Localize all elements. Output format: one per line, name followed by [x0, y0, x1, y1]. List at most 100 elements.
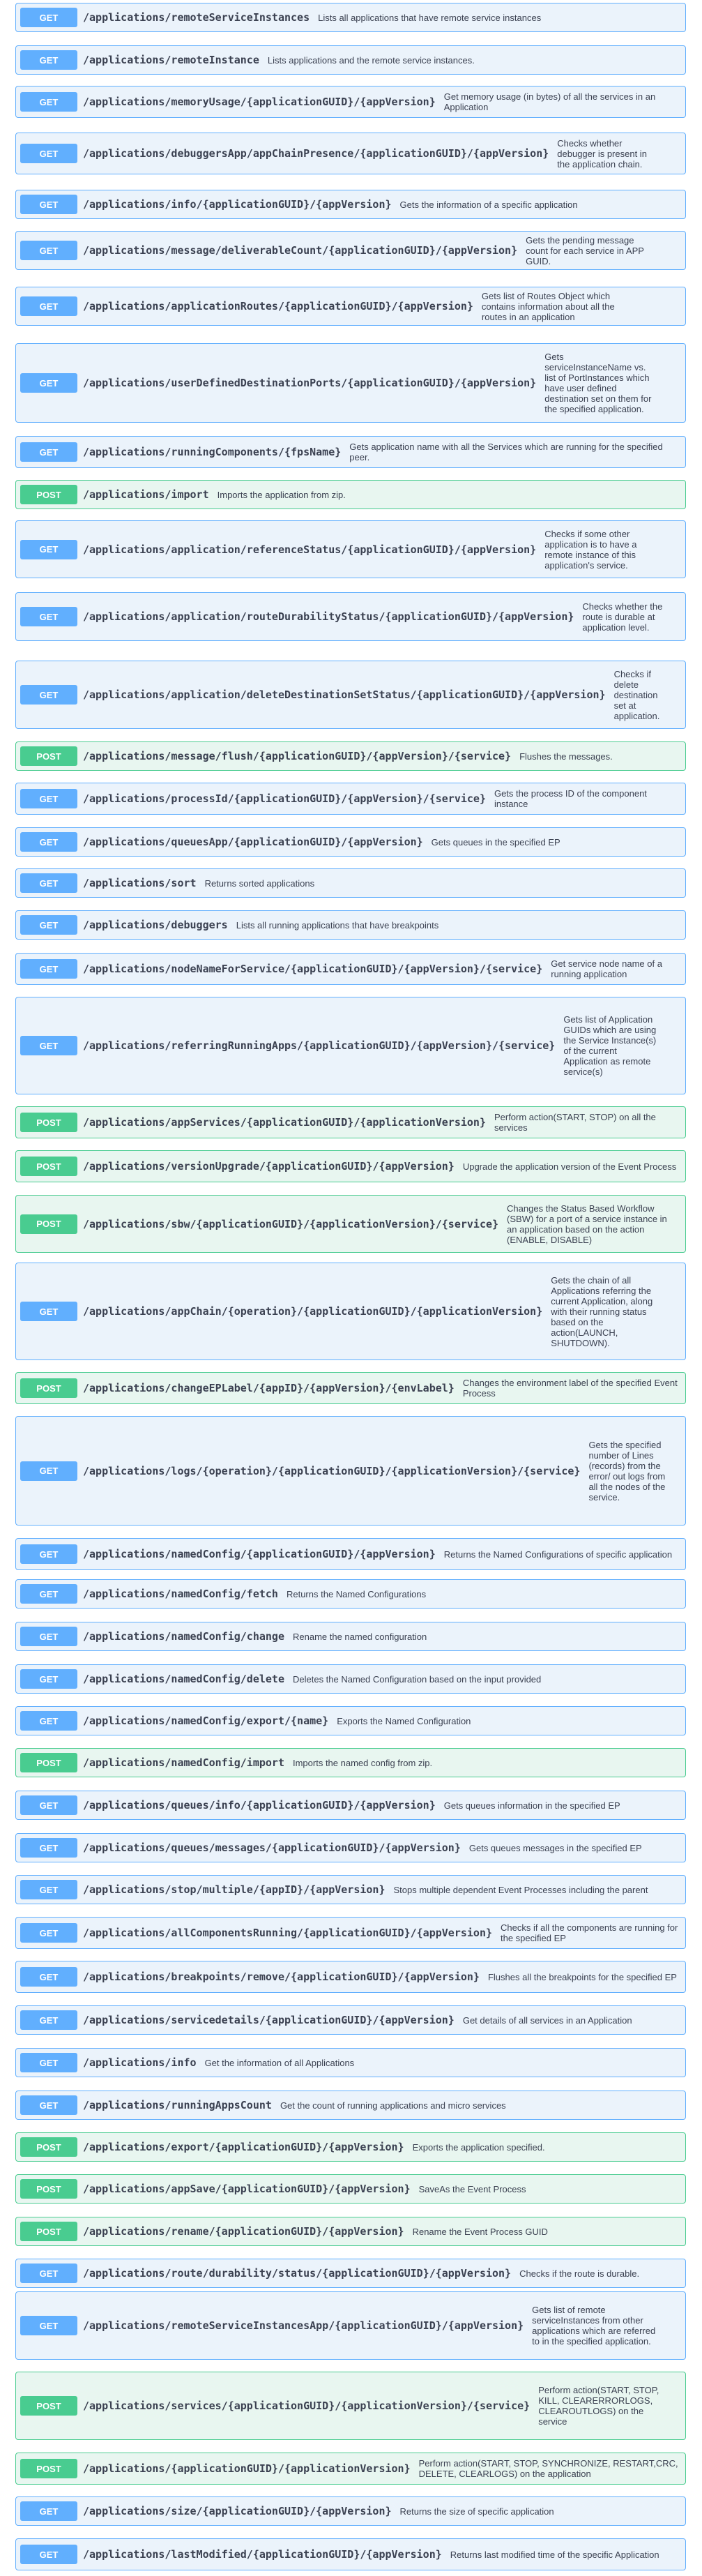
endpoint-summary: Imports the named config from zip. [292, 1757, 433, 1768]
endpoint-path: /applications/remoteServiceInstances [83, 11, 310, 24]
operation-row[interactable]: GET/applications/remoteServiceInstances L… [15, 3, 686, 32]
endpoint-path: /applications/remoteInstance [83, 54, 259, 66]
operation-row[interactable]: GET/applications/route/durability/status… [15, 2259, 686, 2288]
http-method-badge: POST [20, 1378, 77, 1398]
operation-row[interactable]: GET/applications/logs/{operation}/{appli… [15, 1416, 686, 1526]
operation-row[interactable]: GET/applications/info Get the information… [15, 2048, 686, 2077]
operation-row[interactable]: GET/applications/namedConfig/delete Delet… [15, 1664, 686, 1694]
http-method-badge: GET [20, 92, 77, 112]
operation-row[interactable]: GET/applications/stop/multiple/{appID}/{… [15, 1875, 686, 1904]
operation-row[interactable]: GET/applications/namedConfig/{applicatio… [15, 1538, 686, 1570]
operation-row[interactable]: POST/applications/appServices/{applicati… [15, 1106, 686, 1138]
endpoint-path: /applications/namedConfig/{applicationGU… [83, 1548, 436, 1560]
endpoint-path: /applications/queuesApp/{applicationGUID… [83, 836, 423, 848]
operation-row[interactable]: GET/applications/message/deliverableCoun… [15, 231, 686, 270]
endpoint-path: /applications/export/{applicationGUID}/{… [83, 2141, 404, 2153]
operation-row[interactable]: GET/applications/remoteInstance Lists app… [15, 45, 686, 75]
endpoint-summary: Imports the application from zip. [217, 489, 346, 500]
endpoint-summary: Gets list of Routes Object which contain… [481, 290, 615, 322]
endpoint-summary: Get details of all services in an Applic… [462, 2014, 632, 2026]
http-method-badge: GET [20, 873, 77, 893]
operation-row[interactable]: GET/applications/sort Returns sorted appl… [15, 868, 686, 898]
operation-row[interactable]: GET/applications/namedConfig/change Renam… [15, 1622, 686, 1651]
operation-row[interactable]: POST/applications/namedConfig/import Impo… [15, 1748, 686, 1777]
endpoint-summary: Returns the size of specific application [399, 2506, 554, 2517]
operation-row[interactable]: GET/applications/allComponentsRunning/{a… [15, 1917, 686, 1949]
operation-row[interactable]: GET/applications/breakpoints/remove/{app… [15, 1961, 686, 1993]
http-method-badge: GET [20, 607, 77, 626]
operation-row[interactable]: GET/applications/debuggersApp/appChainPr… [15, 133, 686, 174]
operation-row[interactable]: GET/applications/debuggers Lists all runn… [15, 910, 686, 940]
operation-row[interactable]: POST/applications/appSave/{applicationGU… [15, 2174, 686, 2204]
operation-row[interactable]: POST/applications/export/{applicationGUI… [15, 2132, 686, 2162]
http-method-badge: GET [20, 2264, 77, 2283]
endpoint-summary: Checks whether debugger is present in th… [557, 137, 647, 170]
endpoint-summary: Rename the Event Process GUID [412, 2226, 548, 2237]
endpoint-summary: Gets the chain of all Applications refer… [551, 1274, 653, 1348]
endpoint-path: /applications/referringRunningApps/{appl… [83, 1039, 556, 1052]
endpoint-path: /applications/processId/{applicationGUID… [83, 792, 486, 805]
http-method-badge: POST [20, 1214, 77, 1234]
operation-row[interactable]: GET/applications/userDefinedDestinationP… [15, 343, 686, 423]
operation-row[interactable]: GET/applications/namedConfig/export/{nam… [15, 1706, 686, 1735]
endpoint-path: /applications/application/routeDurabilit… [83, 610, 574, 623]
endpoint-path: /applications/info/{applicationGUID}/{ap… [83, 198, 392, 211]
operation-row[interactable]: GET/applications/lastModified/{applicati… [15, 2538, 686, 2570]
endpoint-path: /applications/appServices/{applicationGU… [83, 1116, 486, 1129]
endpoint-summary: Gets list of remote serviceInstances fro… [532, 2305, 656, 2347]
operation-row[interactable]: GET/applications/info/{applicationGUID}/… [15, 190, 686, 219]
operation-row[interactable]: GET/applications/appChain/{operation}/{a… [15, 1263, 686, 1360]
endpoint-summary: Gets application name with all the Servi… [349, 442, 663, 462]
endpoint-summary: Get service node name of a running appli… [551, 958, 662, 979]
endpoint-path: /applications/application/referenceStatu… [83, 543, 537, 556]
endpoint-summary: Lists all running applications that have… [236, 919, 439, 931]
endpoint-path: /applications/changeEPLabel/{appID}/{app… [83, 1382, 455, 1394]
endpoint-path: /applications/runningComponents/{fpsName… [83, 446, 342, 458]
endpoint-path: /applications/runningAppsCount [83, 2099, 272, 2111]
endpoint-summary: Gets the pending message count for each … [526, 234, 644, 266]
operation-row[interactable]: GET/applications/nodeNameForService/{app… [15, 953, 686, 985]
operation-row[interactable]: POST/applications/{applicationGUID}/{app… [15, 2453, 686, 2485]
operation-row[interactable]: GET/applications/processId/{applicationG… [15, 783, 686, 815]
http-method-badge: GET [20, 915, 77, 935]
operation-row[interactable]: POST/applications/import Imports the appl… [15, 480, 686, 509]
endpoint-summary: Gets serviceInstanceName vs. list of Por… [544, 352, 652, 414]
http-method-badge: GET [20, 789, 77, 808]
endpoint-summary: Upgrade the application version of the E… [462, 1161, 677, 1172]
operation-row[interactable]: GET/applications/remoteServiceInstancesA… [15, 2291, 686, 2360]
endpoint-summary: Checks if the route is durable. [519, 2268, 640, 2279]
endpoint-summary: Flushes all the breakpoints for the spec… [487, 1971, 677, 1982]
operation-row[interactable]: GET/applications/applicationRoutes/{appl… [15, 287, 686, 326]
operation-row[interactable]: GET/applications/application/routeDurabi… [15, 592, 686, 641]
operation-row[interactable]: POST/applications/sbw/{applicationGUID}/… [15, 1195, 686, 1253]
operation-row[interactable]: POST/applications/message/flush/{applica… [15, 741, 686, 771]
operation-row[interactable]: GET/applications/queues/info/{applicatio… [15, 1791, 686, 1820]
operation-row[interactable]: GET/applications/runningComponents/{fpsN… [15, 436, 686, 468]
operation-row[interactable]: GET/applications/application/deleteDesti… [15, 661, 686, 729]
http-method-badge: GET [20, 2053, 77, 2072]
endpoint-summary: Returns the Named Configurations of spec… [443, 1549, 673, 1560]
operation-row[interactable]: POST/applications/services/{applicationG… [15, 2372, 686, 2440]
endpoint-summary: Exports the application specified. [412, 2141, 545, 2153]
operation-row[interactable]: GET/applications/namedConfig/fetch Return… [15, 1579, 686, 1609]
http-method-badge: GET [20, 296, 77, 316]
endpoint-summary: Get the count of running applications an… [280, 2100, 506, 2111]
operation-row[interactable]: GET/applications/memoryUsage/{applicatio… [15, 86, 686, 118]
endpoint-summary: Returns the Named Configurations [286, 1588, 427, 1599]
http-method-badge: GET [20, 1838, 77, 1858]
operation-row[interactable]: GET/applications/application/referenceSt… [15, 520, 686, 578]
operation-row[interactable]: POST/applications/changeEPLabel/{appID}/… [15, 1372, 686, 1404]
operation-row[interactable]: GET/applications/referringRunningApps/{a… [15, 997, 686, 1094]
endpoint-path: /applications/breakpoints/remove/{applic… [83, 1971, 480, 1983]
http-method-badge: GET [20, 1669, 77, 1689]
operation-row[interactable]: POST/applications/rename/{applicationGUI… [15, 2217, 686, 2246]
operation-row[interactable]: GET/applications/queues/messages/{applic… [15, 1833, 686, 1862]
http-method-badge: POST [20, 1113, 77, 1132]
endpoint-summary: Gets list of Application GUIDs which are… [563, 1014, 657, 1077]
operation-row[interactable]: GET/applications/queuesApp/{applicationG… [15, 827, 686, 857]
operation-row[interactable]: GET/applications/servicedetails/{applica… [15, 2005, 686, 2035]
operation-row[interactable]: GET/applications/runningAppsCount Get the… [15, 2091, 686, 2120]
operation-row[interactable]: GET/applications/size/{applicationGUID}/… [15, 2496, 686, 2526]
operation-row[interactable]: POST/applications/versionUpgrade/{applic… [15, 1150, 686, 1182]
endpoint-summary: Perform action(START, STOP) on all the s… [494, 1112, 656, 1133]
